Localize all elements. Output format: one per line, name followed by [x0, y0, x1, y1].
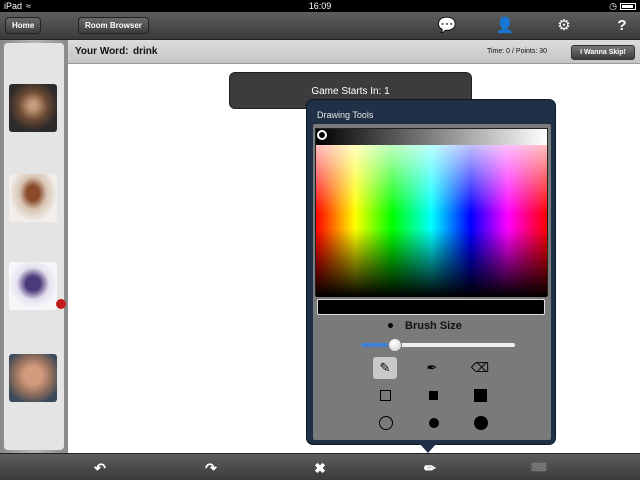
status-bar: iPad ≈ 16:09 ◷	[0, 0, 640, 12]
brush-size-preview	[388, 323, 393, 328]
outline-small-square-icon[interactable]	[380, 390, 391, 401]
help-icon[interactable]: ?	[612, 16, 632, 36]
popover-title: Drawing Tools	[317, 110, 374, 120]
notification-badge	[56, 299, 66, 309]
redo-icon[interactable]: ↷	[201, 458, 221, 478]
filled-small-circle-icon[interactable]	[429, 418, 439, 428]
outline-circle-icon[interactable]	[379, 416, 393, 430]
undo-icon[interactable]: ↶	[90, 458, 110, 478]
player-card[interactable]	[7, 83, 59, 151]
eraser-tool-icon[interactable]: ⌫	[468, 357, 492, 379]
avatar	[9, 354, 57, 402]
avatar	[9, 174, 57, 222]
battery-icon: ◷	[609, 0, 636, 12]
pencil-tool-icon[interactable]: ✎	[373, 357, 397, 379]
top-toolbar: Home Room Browser 💬 👤 ⚙ ?	[0, 12, 640, 40]
selected-color-preview	[317, 299, 545, 315]
filled-large-square-icon[interactable]	[474, 389, 487, 402]
user-icon[interactable]: 👤	[495, 16, 515, 36]
room-browser-button[interactable]: Room Browser	[78, 17, 149, 34]
chat-icon[interactable]: 💬	[437, 16, 457, 36]
shade-overlay	[316, 145, 547, 297]
avatar	[9, 84, 57, 132]
clear-icon[interactable]: ✖	[310, 458, 330, 478]
marker-tool-icon[interactable]: ✒	[420, 357, 444, 379]
brush-size-label: Brush Size	[405, 320, 462, 332]
player-card[interactable]	[7, 261, 66, 329]
skip-button[interactable]: I Wanna Skip!	[571, 45, 635, 60]
grayscale-strip[interactable]	[316, 129, 547, 145]
color-spectrum[interactable]	[315, 128, 548, 297]
color-picker-handle[interactable]	[317, 130, 327, 140]
player-list[interactable]	[4, 43, 66, 450]
app-screen: iPad ≈ 16:09 ◷ Home Room Browser 💬 👤 ⚙ ?	[0, 0, 640, 480]
clock: 16:09	[308, 1, 332, 11]
drawing-tools-popover: Drawing Tools Brush Size ✎ ✒ ⌫	[306, 99, 556, 445]
filled-large-circle-icon[interactable]	[474, 416, 488, 430]
popover-body: Brush Size ✎ ✒ ⌫	[313, 124, 551, 440]
keyboard-icon[interactable]: ⌨	[529, 458, 549, 478]
filled-small-square-icon[interactable]	[429, 391, 438, 400]
your-word-label: Your Word:	[75, 46, 129, 57]
home-button[interactable]: Home	[5, 17, 42, 34]
popover-arrow	[419, 443, 437, 453]
player-sidebar	[0, 40, 68, 453]
avatar	[9, 262, 57, 310]
word-bar: Your Word: drink Time: 0 / Points: 30 I …	[68, 40, 640, 64]
current-word: drink	[133, 46, 158, 57]
gear-icon[interactable]: ⚙	[554, 16, 574, 36]
player-card[interactable]	[7, 173, 59, 241]
brush-size-slider-thumb[interactable]	[388, 338, 402, 352]
bottom-toolbar: ↶ ↷ ✖ ✏ ⌨	[0, 453, 640, 480]
player-card[interactable]	[7, 353, 59, 421]
pencil-icon[interactable]: ✏	[420, 458, 440, 478]
time-points-readout: Time: 0 / Points: 30	[487, 48, 548, 55]
